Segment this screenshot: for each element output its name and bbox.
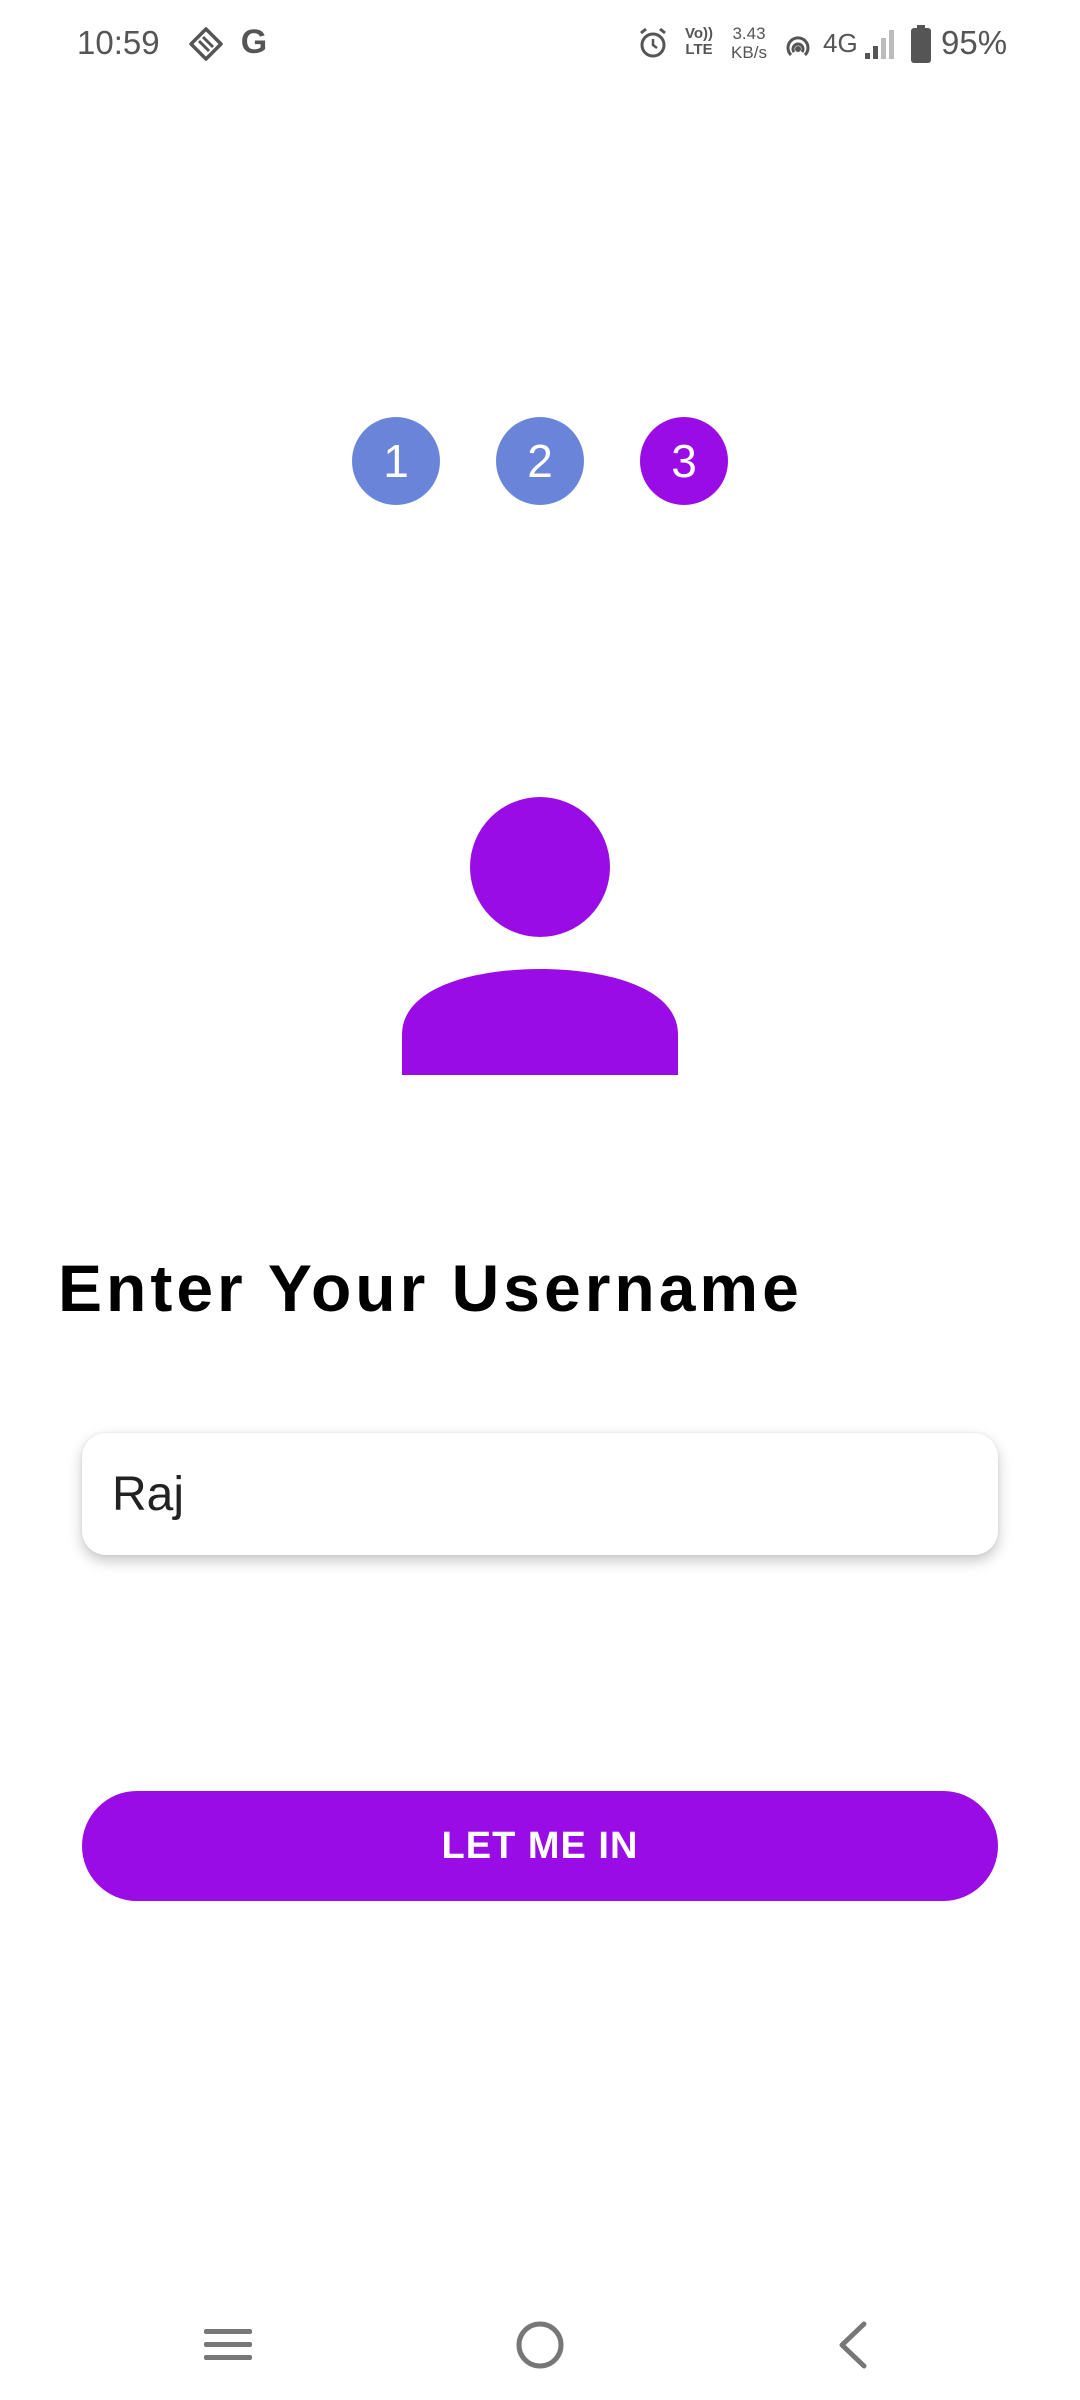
volte-line-1: Vo)) — [684, 25, 714, 42]
status-bar: 10:59 G Vo)) LTE 3.43 KB/s 4G 95% — [0, 0, 1080, 90]
let-me-in-button[interactable]: LET ME IN — [82, 1791, 998, 1901]
username-value: Raj — [112, 1467, 185, 1521]
battery-percent: 95% — [941, 24, 1008, 61]
speed-unit: KB/s — [731, 43, 767, 62]
menu-icon[interactable] — [188, 2310, 268, 2380]
volte-icon: Vo)) LTE — [682, 26, 716, 58]
username-field[interactable]: Raj — [82, 1433, 998, 1555]
step-1-indicator: 1 — [352, 417, 440, 505]
battery-icon — [910, 24, 932, 64]
network-speed: 3.43 KB/s — [726, 24, 772, 62]
back-icon[interactable] — [812, 2310, 892, 2380]
hotspot-icon — [781, 28, 815, 62]
data-saver-icon — [188, 26, 224, 62]
page-title: Enter Your Username — [58, 1251, 803, 1325]
google-icon: G — [240, 22, 268, 61]
network-type: 4G — [823, 28, 858, 58]
status-time: 10:59 — [77, 24, 160, 61]
volte-line-2: LTE — [685, 41, 713, 58]
person-icon — [400, 795, 680, 1075]
signal-icon — [862, 26, 898, 62]
step-3-indicator: 3 — [640, 417, 728, 505]
home-icon[interactable] — [500, 2310, 580, 2380]
step-2-indicator: 2 — [496, 417, 584, 505]
alarm-icon — [636, 26, 670, 60]
speed-value: 3.43 — [732, 24, 766, 43]
screen: 10:59 G Vo)) LTE 3.43 KB/s 4G 95% 1 2 3 … — [0, 0, 1080, 2400]
